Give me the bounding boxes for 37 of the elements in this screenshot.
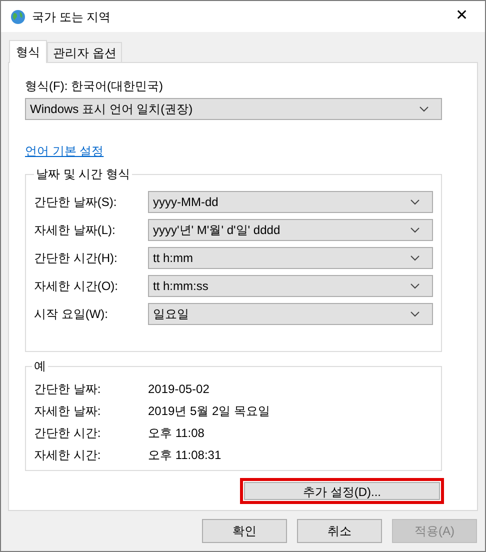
chevron-down-icon <box>419 106 429 112</box>
dropdown[interactable]: yyyy'년' M'월' d'일' dddd <box>148 219 433 241</box>
group-title: 날짜 및 시간 형식 <box>34 167 132 181</box>
dropdown[interactable]: 일요일 <box>148 303 433 325</box>
example-value: 오후 11:08 <box>148 425 204 442</box>
chevron-down-icon <box>410 283 420 289</box>
group-title: 예 <box>32 359 48 373</box>
dropdown[interactable]: tt h:mm:ss <box>148 275 433 297</box>
chevron-down-icon <box>410 227 420 233</box>
tab[interactable]: 형식 <box>9 40 47 63</box>
field-label: 자세한 시간(O): <box>34 278 119 295</box>
field-label: 간단한 시간(H): <box>34 250 118 267</box>
field-label: 자세한 날짜(L): <box>34 222 116 239</box>
dialog-button[interactable]: 확인 <box>202 519 287 543</box>
window-title: 국가 또는 지역 <box>32 8 111 26</box>
dropdown[interactable]: tt h:mm <box>148 247 433 269</box>
example-value: 오후 11:08:31 <box>148 447 222 464</box>
dropdown[interactable]: Windows 표시 언어 일치(권장) <box>25 98 442 120</box>
example-value: 2019-05-02 <box>148 381 210 398</box>
chevron-down-icon <box>410 199 420 205</box>
example-label: 간단한 날짜: <box>34 381 102 398</box>
chevron-down-icon <box>410 311 420 317</box>
format-label: 형식(F): 한국어(대한민국) <box>25 78 164 95</box>
example-value: 2019년 5월 2일 목요일 <box>148 403 270 420</box>
close-button[interactable]: ✕ <box>439 1 485 32</box>
link[interactable]: 언어 기본 설정 <box>25 142 104 160</box>
dropdown[interactable]: yyyy-MM-dd <box>148 191 433 213</box>
additional-settings-button[interactable]: 추가 설정(D)... <box>244 482 440 500</box>
field-label: 간단한 날짜(S): <box>34 194 118 211</box>
field-label: 시작 요일(W): <box>34 306 109 323</box>
dialog-button[interactable]: 취소 <box>297 519 382 543</box>
example-label: 자세한 날짜: <box>34 403 102 420</box>
example-label: 자세한 시간: <box>34 447 102 464</box>
tab[interactable]: 관리자 옵션 <box>47 42 122 62</box>
example-label: 간단한 시간: <box>34 425 102 442</box>
chevron-down-icon <box>410 255 420 261</box>
globe-icon <box>10 8 26 24</box>
